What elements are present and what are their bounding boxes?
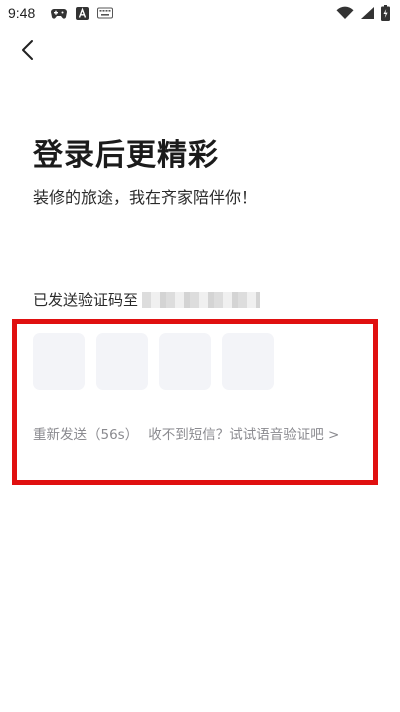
code-sent-row: 已发送验证码至 [33, 289, 261, 310]
a-badge-icon [76, 6, 89, 20]
keyboard-icon [97, 7, 113, 19]
chevron-left-icon [14, 36, 42, 64]
resend-countdown: 重新发送（56s） [33, 427, 139, 443]
wifi-icon [336, 6, 354, 20]
otp-digit-4[interactable] [222, 333, 274, 390]
status-bar: 9:48 [0, 0, 400, 28]
status-icons-right [336, 5, 390, 21]
back-button[interactable] [14, 36, 42, 64]
resend-row: 重新发送（56s） 收不到短信？试试语音验证吧 > [33, 423, 339, 443]
page-title: 登录后更精彩 [33, 138, 219, 173]
otp-digit-1[interactable] [33, 333, 85, 390]
status-time: 9:48 [8, 5, 36, 21]
code-sent-label: 已发送验证码至 [33, 291, 139, 309]
masked-phone-number [142, 291, 261, 308]
voice-verification-link[interactable]: 收不到短信？试试语音验证吧 > [148, 423, 339, 443]
otp-input-row [33, 333, 274, 390]
status-icons-left [50, 6, 113, 20]
otp-digit-2[interactable] [96, 333, 148, 390]
battery-charging-icon [381, 5, 390, 21]
otp-digit-3[interactable] [159, 333, 211, 390]
gamepad-icon [50, 6, 68, 20]
page-subtitle: 装修的旅途，我在齐家陪伴你！ [33, 188, 258, 207]
signal-icon [360, 6, 375, 20]
